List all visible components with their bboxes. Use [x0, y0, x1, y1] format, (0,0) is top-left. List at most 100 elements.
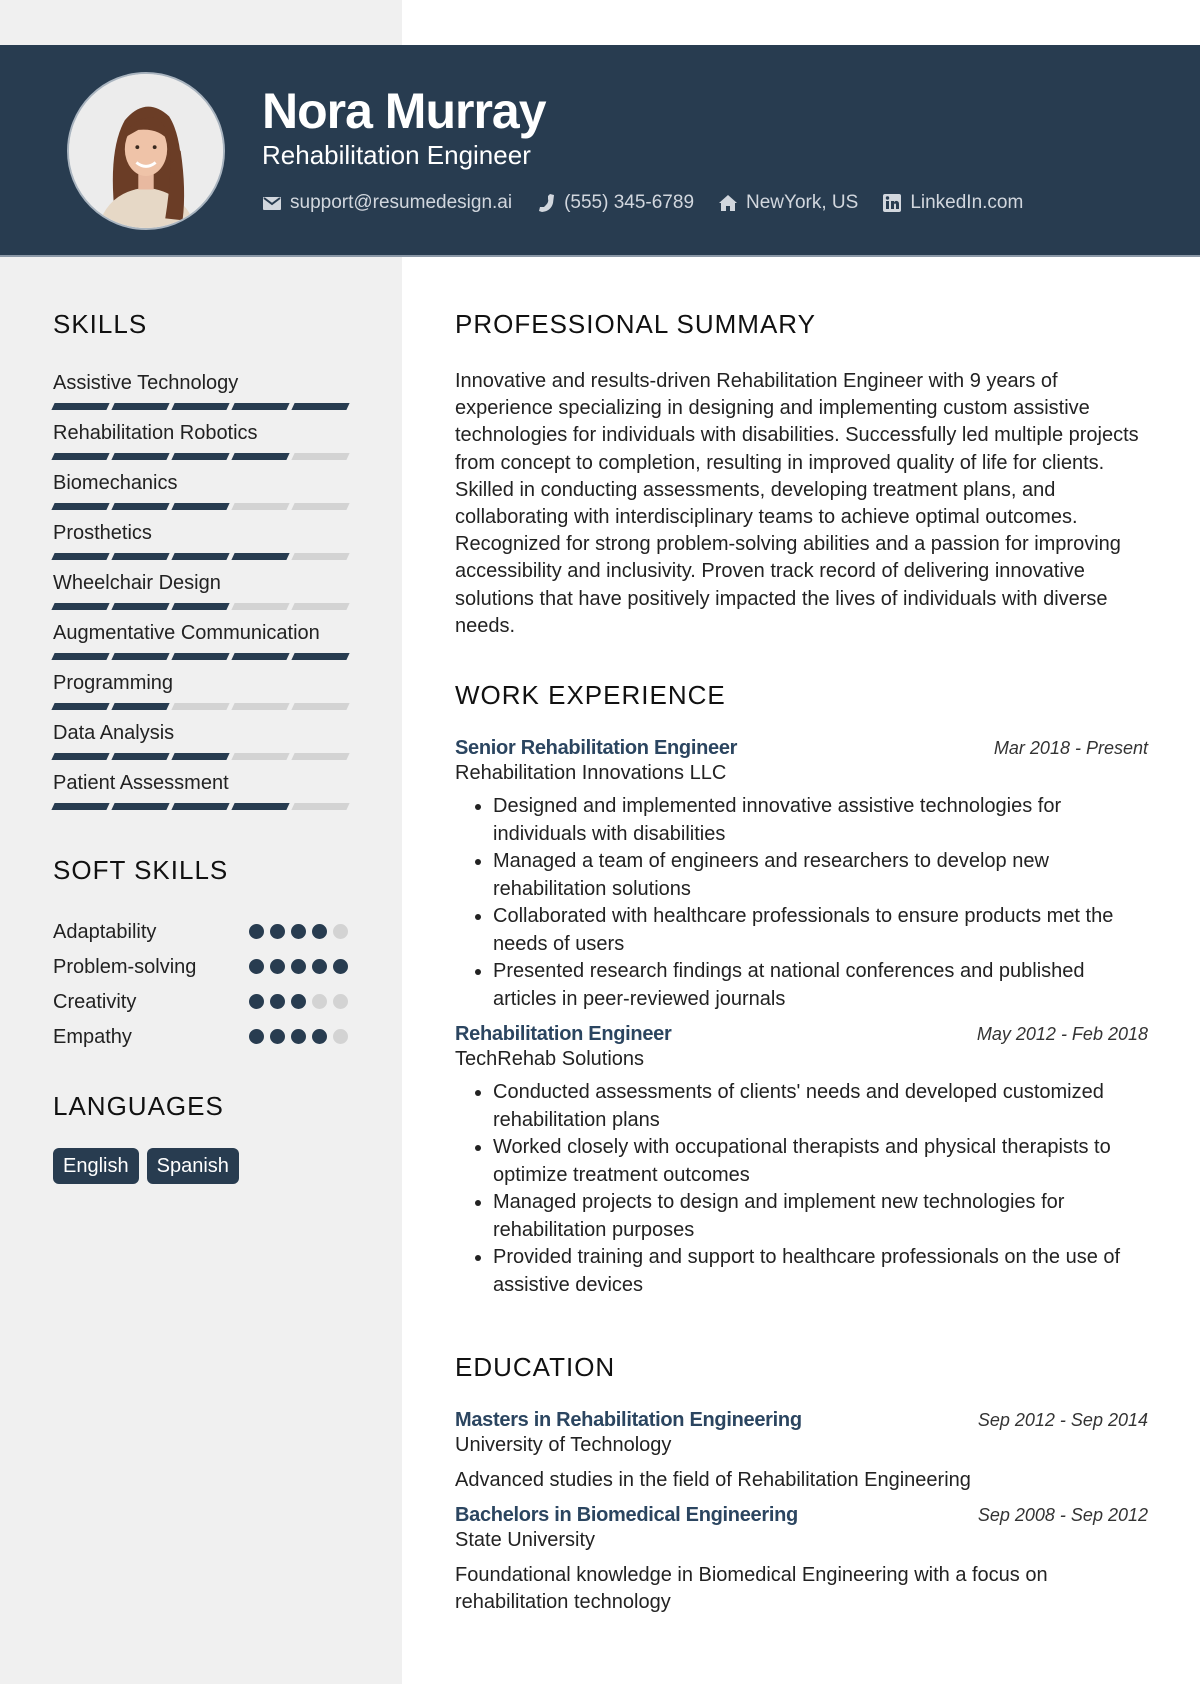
job-bullet: Designed and implemented innovative assi… [493, 793, 1148, 848]
level-segment-filled [51, 453, 110, 460]
skill-name: Programming [53, 672, 174, 694]
soft-skill-item: Creativity [53, 984, 348, 1019]
level-segment-filled [171, 603, 230, 610]
school-name: State University [455, 1529, 596, 1552]
degree-title: Masters in Rehabilitation Engineering [455, 1409, 802, 1431]
skill-level-bar [51, 653, 350, 660]
level-segment-filled [111, 603, 170, 610]
contact-location-text: NewYork, US [746, 192, 859, 213]
level-segment-filled [291, 653, 350, 660]
rating-dot-empty [333, 994, 348, 1009]
contact-linkedin-text: LinkedIn.com [910, 192, 1024, 213]
education-heading: EDUCATION [455, 1352, 616, 1382]
rating-dot-filled [291, 959, 306, 974]
level-segment-filled [291, 403, 350, 410]
rating-dot-filled [333, 959, 348, 974]
job-header: Senior Rehabilitation Engineer Mar 2018 -… [455, 737, 1148, 760]
level-segment-empty [231, 503, 290, 510]
job-bullets: Designed and implemented innovative assi… [455, 793, 1148, 1013]
person-photo-icon [69, 74, 223, 228]
job-company: Rehabilitation Innovations LLC [455, 762, 727, 784]
level-segment-empty [291, 803, 350, 810]
education-description: Foundational knowledge in Biomedical Eng… [455, 1564, 1048, 1614]
education-dates: Sep 2012 - Sep 2014 [977, 1410, 1148, 1430]
rating-dot-filled [291, 994, 306, 1009]
level-segment-filled [111, 503, 170, 510]
rating-dot-filled [270, 959, 285, 974]
education-dates: Sep 2008 - Sep 2012 [977, 1505, 1148, 1526]
soft-skill-name: Empathy [53, 1025, 132, 1048]
job-company: TechRehab Solutions [455, 1048, 645, 1070]
rating-dot-filled [312, 924, 327, 939]
skill-name: Augmentative Communication [53, 622, 320, 644]
skills-list: Assistive Technology Rehabilitation Robot… [51, 371, 350, 821]
job-bullets: Conducted assessments of clients' needs … [455, 1079, 1148, 1299]
soft-skill-rating [249, 924, 348, 939]
skill-name: Prosthetics [53, 522, 152, 544]
level-segment-empty [291, 753, 350, 760]
soft-skill-item: Problem-solving [53, 949, 348, 984]
rating-dot-filled [312, 1029, 327, 1044]
level-segment-filled [51, 703, 110, 710]
contact-location: NewYork, US [718, 192, 858, 214]
level-segment-empty [231, 703, 290, 710]
languages-heading: LANGUAGES [53, 1091, 224, 1121]
education-entry: Bachelors in Biomedical Engineering Sep 2… [455, 1504, 1148, 1616]
contact-phone[interactable]: (555) 345-6789 [536, 192, 694, 214]
soft-skills-heading: SOFT SKILLS [53, 855, 229, 885]
rating-dot-empty [333, 1029, 348, 1044]
skill-name: Assistive Technology [53, 372, 239, 394]
level-segment-filled [171, 653, 230, 660]
skill-level-bar [51, 503, 350, 510]
contact-linkedin[interactable]: LinkedIn.com [882, 192, 1023, 214]
skill-item: Prosthetics [51, 521, 350, 571]
job-dates: May 2012 - Feb 2018 [976, 1024, 1148, 1044]
level-segment-filled [51, 603, 110, 610]
level-segment-filled [111, 653, 170, 660]
experience-heading: WORK EXPERIENCE [455, 680, 726, 710]
rating-dot-filled [249, 959, 264, 974]
job-bullet: Managed a team of engineers and research… [493, 848, 1148, 903]
skill-name: Rehabilitation Robotics [53, 422, 258, 444]
rating-dot-filled [270, 924, 285, 939]
job-dates: Mar 2018 - Present [993, 738, 1148, 758]
job-entry: Rehabilitation Engineer May 2012 - Feb 20… [455, 1023, 1148, 1299]
level-segment-filled [231, 653, 290, 660]
languages-section: LANGUAGES English Spanish [53, 1091, 348, 1184]
level-segment-empty [291, 453, 350, 460]
education-list: Masters in Rehabilitation Engineering Sep… [455, 1409, 1148, 1617]
level-segment-filled [111, 753, 170, 760]
soft-skills-list: Adaptability Problem-solving Creativity Emp… [53, 914, 348, 1054]
level-segment-empty [291, 703, 350, 710]
level-segment-filled [111, 703, 170, 710]
level-segment-filled [111, 453, 170, 460]
rating-dot-filled [291, 1029, 306, 1044]
envelope-icon [262, 193, 282, 213]
skill-item: Wheelchair Design [51, 571, 350, 621]
skill-name: Biomechanics [53, 472, 178, 494]
level-segment-filled [51, 553, 110, 560]
level-segment-filled [51, 653, 110, 660]
contact-email[interactable]: support@resumedesign.ai [262, 192, 512, 214]
contact-list: support@resumedesign.ai (555) 345-6789 N… [262, 192, 1023, 214]
rating-dot-filled [291, 924, 306, 939]
home-icon [718, 193, 738, 213]
rating-dot-filled [249, 1029, 264, 1044]
job-bullet: Managed projects to design and implement… [493, 1189, 1148, 1244]
jobs-list: Senior Rehabilitation Engineer Mar 2018 -… [455, 737, 1148, 1299]
job-title: Rehabilitation Engineer [455, 1023, 672, 1045]
summary-text: Innovative and results-driven Rehabilita… [455, 370, 1139, 637]
skill-item: Assistive Technology [51, 371, 350, 421]
level-segment-empty [291, 603, 350, 610]
education-header: Bachelors in Biomedical Engineering Sep 2… [455, 1504, 1148, 1527]
job-bullet: Conducted assessments of clients' needs … [493, 1079, 1148, 1134]
skill-name: Data Analysis [53, 722, 175, 744]
education-entry: Masters in Rehabilitation Engineering Sep… [455, 1409, 1148, 1494]
level-segment-empty [231, 603, 290, 610]
contact-email-text: support@resumedesign.ai [290, 192, 513, 213]
soft-skill-rating [249, 959, 348, 974]
skill-name: Patient Assessment [53, 772, 229, 794]
level-segment-filled [111, 553, 170, 560]
job-entry: Senior Rehabilitation Engineer Mar 2018 -… [455, 737, 1148, 1013]
summary-heading: PROFESSIONAL SUMMARY [455, 309, 816, 339]
